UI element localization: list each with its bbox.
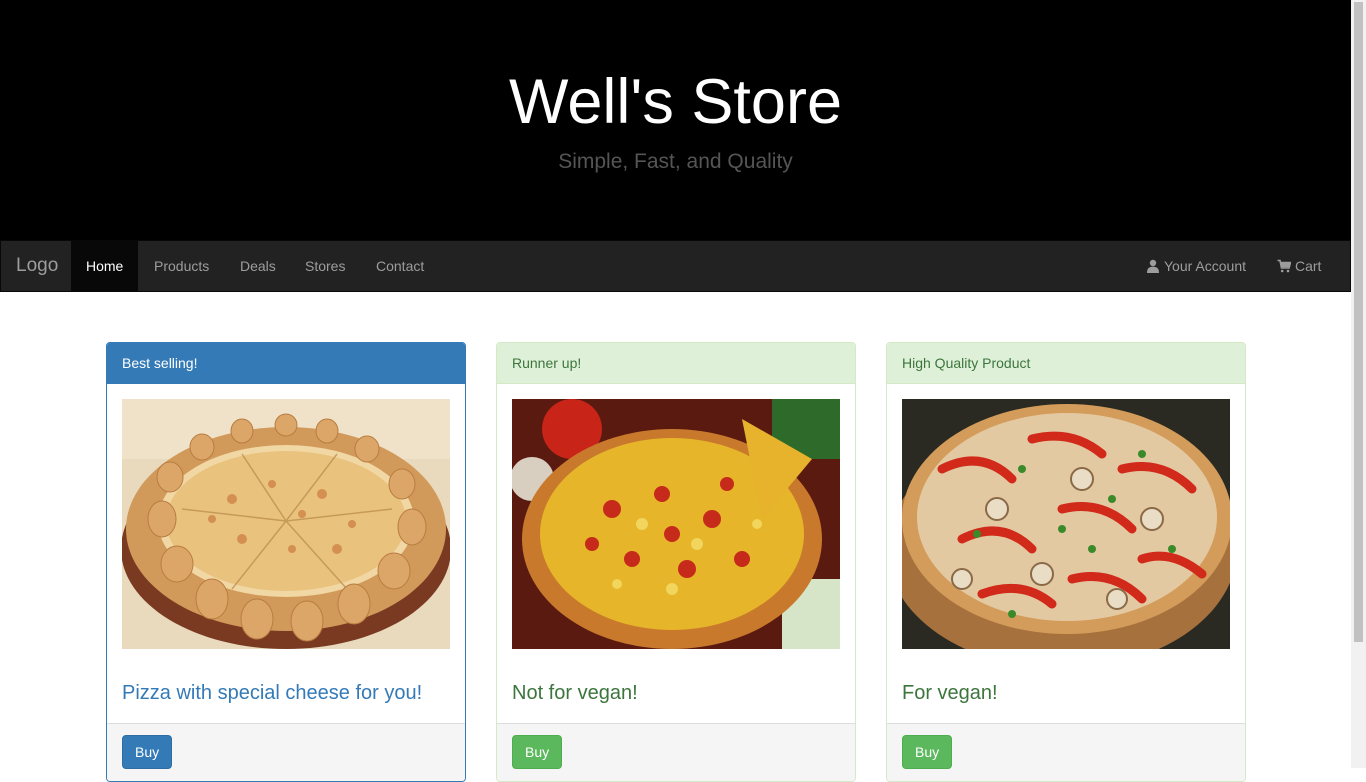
panel-footer: Buy <box>107 723 465 781</box>
panel-body: Not for vegan! <box>497 384 855 723</box>
meat-pizza-image <box>512 399 840 649</box>
buy-button[interactable]: Buy <box>902 735 953 769</box>
nav-item-deals[interactable]: Deals <box>225 241 291 291</box>
product-caption: For vegan! <box>902 682 998 704</box>
buy-button[interactable]: Buy <box>512 735 563 769</box>
buy-button[interactable]: Buy <box>122 735 173 769</box>
store-tagline: Simple, Fast, and Quality <box>558 150 793 173</box>
product-panel: High Quality Product For vegan! Buy <box>886 342 1246 782</box>
nav-item-your-account[interactable]: Your Account <box>1131 241 1261 291</box>
product-panel: Best selling! Pizza with special cheese … <box>106 342 466 782</box>
panel-heading: High Quality Product <box>887 343 1245 384</box>
panel-footer: Buy <box>887 723 1245 781</box>
store-title: Well's Store <box>509 67 842 137</box>
nav-item-contact[interactable]: Contact <box>361 241 439 291</box>
vertical-scrollbar[interactable] <box>1351 0 1366 768</box>
navbar-brand-logo[interactable]: Logo <box>1 241 73 291</box>
product-caption: Not for vegan! <box>512 682 638 704</box>
panel-heading: Best selling! <box>107 343 465 384</box>
nav-item-stores[interactable]: Stores <box>290 241 360 291</box>
nav-item-home[interactable]: Home <box>71 241 139 291</box>
nav-item-cart[interactable]: Cart <box>1262 241 1336 291</box>
panel-body: Pizza with special cheese for you! <box>107 384 465 723</box>
user-icon <box>1146 259 1160 273</box>
panel-body: For vegan! <box>887 384 1245 723</box>
cart-label: Cart <box>1295 258 1322 274</box>
product-panel: Runner up! Not for vegan! Buy <box>496 342 856 782</box>
jumbotron-header: Well's Store Simple, Fast, and Quality <box>0 0 1351 240</box>
panel-heading: Runner up! <box>497 343 855 384</box>
scrollbar-thumb[interactable] <box>1354 2 1363 642</box>
main-navbar: Logo Home Products Deals Stores Contact … <box>0 240 1351 292</box>
nav-item-products[interactable]: Products <box>139 241 224 291</box>
panel-footer: Buy <box>497 723 855 781</box>
your-account-label: Your Account <box>1164 258 1246 274</box>
veggie-pizza-image <box>902 399 1230 649</box>
product-caption: Pizza with special cheese for you! <box>122 682 423 704</box>
cart-icon <box>1277 259 1291 273</box>
cheese-crust-pizza-image <box>122 399 450 649</box>
